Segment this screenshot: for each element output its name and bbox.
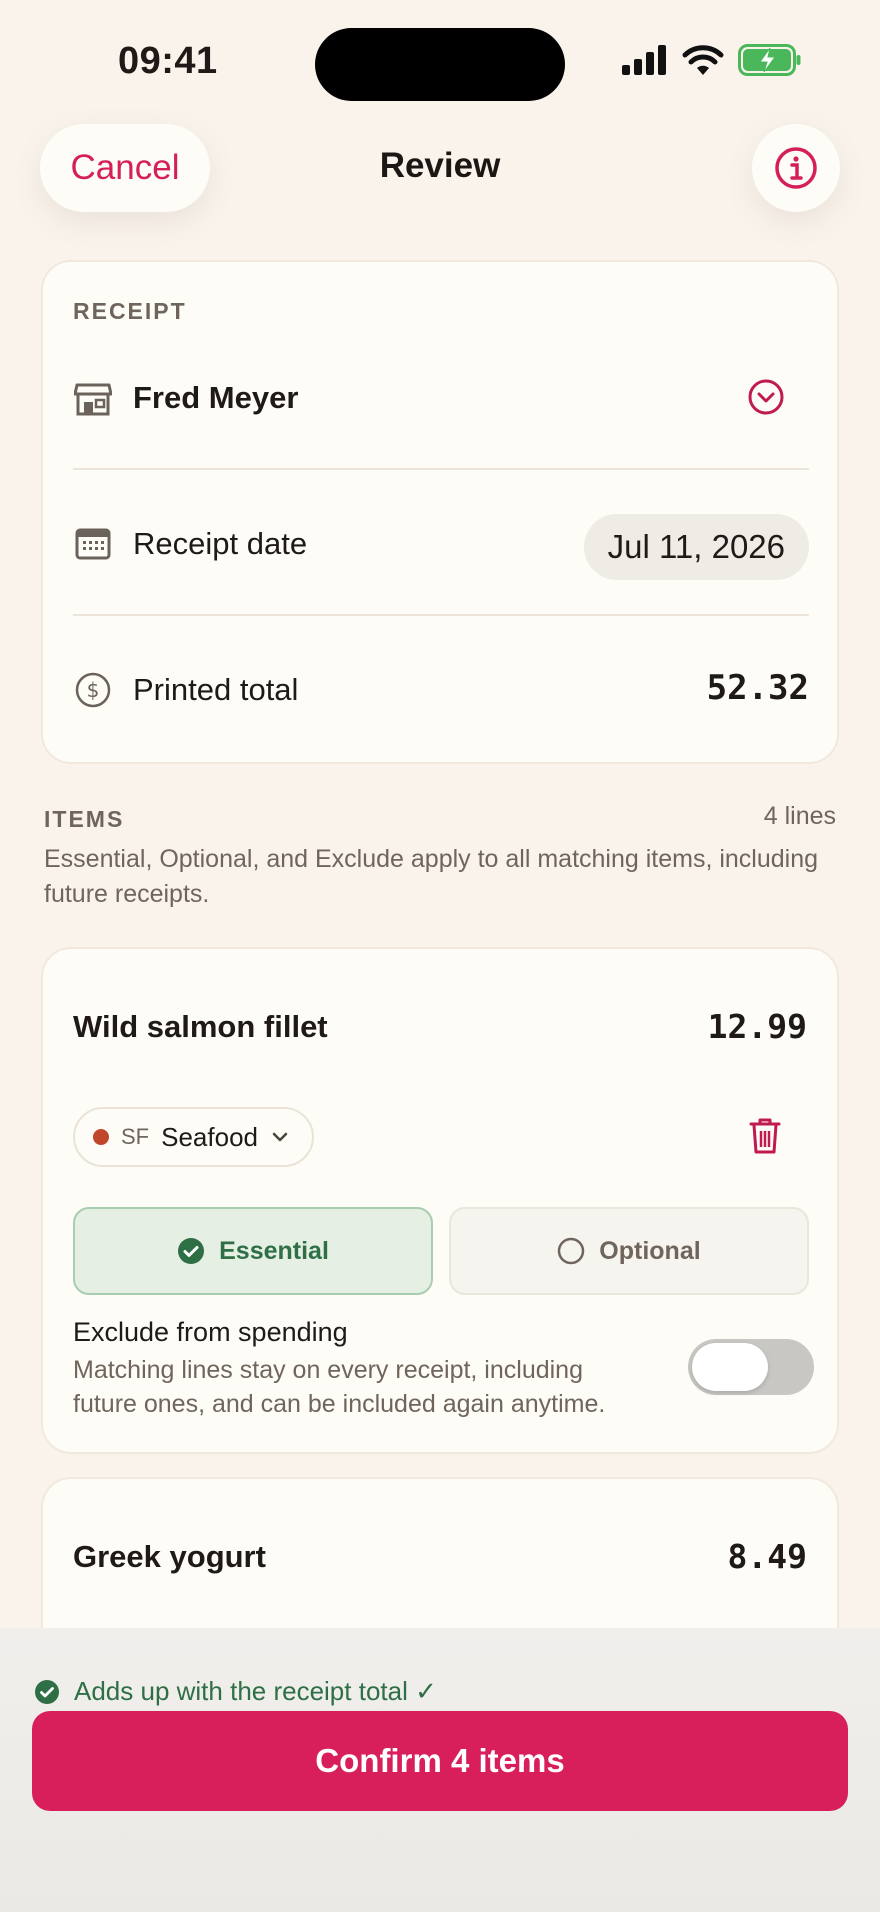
- status-bar: 09:41: [0, 0, 880, 120]
- receipt-section-label: RECEIPT: [73, 298, 187, 324]
- divider: [73, 468, 809, 470]
- calendar-icon: [73, 524, 113, 564]
- receipt-date-row: Receipt date Jul 11, 2026: [73, 494, 809, 594]
- info-button[interactable]: [752, 124, 840, 212]
- item-price: 8.49: [727, 1537, 807, 1576]
- item-card: Wild salmon fillet 12.99 SF Seafood Esse…: [41, 947, 839, 1454]
- adds-up-status: Adds up with the receipt total ✓: [34, 1676, 437, 1707]
- receipt-date-label: Receipt date: [133, 526, 308, 561]
- optional-option[interactable]: Optional: [449, 1207, 809, 1295]
- items-note: Essential, Optional, and Exclude apply t…: [44, 845, 819, 908]
- wifi-icon: [682, 45, 724, 75]
- footer: Adds up with the receipt total ✓ Confirm…: [0, 1628, 880, 1912]
- item-name: Greek yogurt: [73, 1539, 266, 1574]
- store-icon: [73, 378, 113, 418]
- printed-total-row: $ Printed total 52.32: [73, 640, 809, 740]
- dynamic-island: [315, 28, 565, 101]
- chevron-down-circle-icon[interactable]: [747, 378, 785, 421]
- battery-charging-icon: [738, 44, 801, 76]
- exclude-toggle[interactable]: [688, 1339, 814, 1395]
- category-code: SF: [121, 1124, 150, 1149]
- svg-text:$: $: [87, 678, 100, 702]
- category-color-dot: [93, 1129, 109, 1145]
- check-circle-icon: [178, 1238, 205, 1264]
- trash-icon[interactable]: [749, 1117, 781, 1160]
- receipt-card: RECEIPT Fred Meyer Receipt date Jul 11, …: [41, 260, 839, 764]
- category-dropdown[interactable]: SF Seafood: [73, 1107, 314, 1167]
- toggle-knob: [692, 1343, 768, 1391]
- page-title: Review: [379, 146, 501, 185]
- item-name: Wild salmon fillet: [73, 1009, 328, 1044]
- lines-count: 4 lines: [763, 802, 836, 830]
- nav-bar: Cancel Review: [0, 124, 880, 214]
- item-price: 12.99: [707, 1007, 807, 1046]
- exclude-title: Exclude from spending: [73, 1317, 348, 1347]
- status-time: 09:41: [118, 40, 218, 82]
- items-section-label: ITEMS: [44, 806, 125, 832]
- status-icons: [622, 44, 802, 76]
- empty-circle-icon: [558, 1237, 585, 1265]
- optional-label: Optional: [599, 1236, 701, 1265]
- divider: [73, 614, 809, 616]
- essential-label: Essential: [219, 1236, 329, 1265]
- store-name: Fred Meyer: [133, 380, 299, 415]
- dollar-circle-icon: $: [73, 670, 113, 710]
- category-name: Seafood: [161, 1121, 258, 1152]
- info-icon: [775, 147, 817, 189]
- confirm-button[interactable]: Confirm 4 items: [32, 1711, 848, 1811]
- receipt-date-picker[interactable]: Jul 11, 2026: [583, 514, 809, 580]
- exclude-description: Matching lines stay on every receipt, in…: [73, 1356, 606, 1418]
- cellular-signal-icon: [622, 45, 666, 75]
- check-circle-icon: [35, 1679, 59, 1704]
- store-row[interactable]: Fred Meyer: [73, 348, 809, 448]
- printed-total-label: Printed total: [133, 672, 299, 707]
- essential-option[interactable]: Essential: [73, 1207, 433, 1295]
- printed-total-value: 52.32: [706, 668, 809, 708]
- chevron-down-icon: [272, 1132, 288, 1142]
- adds-up-text: Adds up with the receipt total ✓: [74, 1676, 437, 1706]
